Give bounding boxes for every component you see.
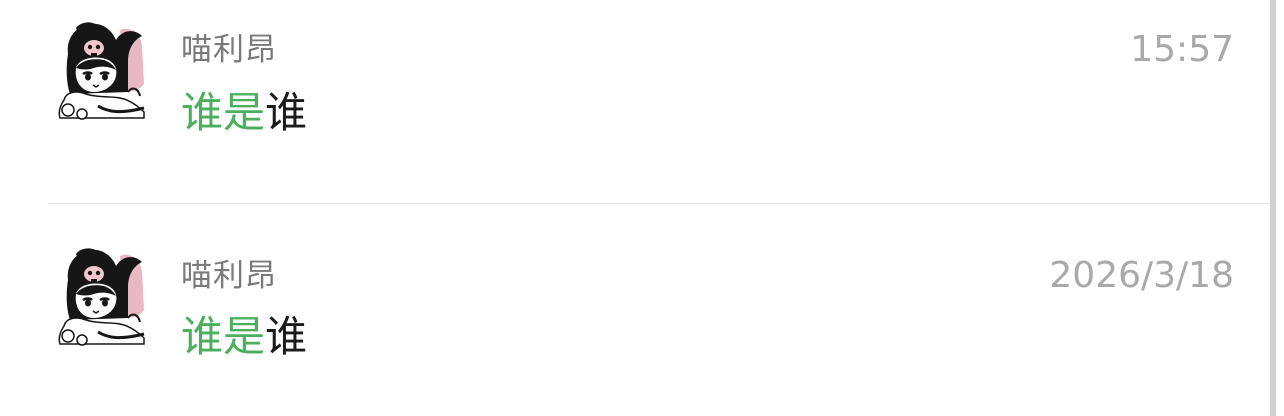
message-text: 谁 [265,88,308,137]
search-results-page: 喵利昂 15:57 谁是谁 喵利昂 2026/3/18 谁是谁 [0,0,1284,416]
kuromi-avatar-icon [58,22,145,120]
message-text: 谁 [265,312,308,361]
divider [48,203,1284,204]
message-time: 15:57 [1130,29,1234,70]
message-time: 2026/3/18 [1049,255,1234,296]
avatar[interactable] [58,22,146,120]
kuromi-avatar-icon [58,248,145,346]
list-item[interactable]: 喵利昂 15:57 谁是谁 [0,0,1268,190]
search-highlight: 谁是 [181,88,266,137]
avatar[interactable] [58,248,146,346]
sender-name: 喵利昂 [181,32,277,68]
list-item[interactable]: 喵利昂 2026/3/18 谁是谁 [0,206,1268,396]
search-highlight: 谁是 [181,312,266,361]
message-preview: 谁是谁 [181,86,307,140]
scrollbar[interactable] [1270,0,1284,416]
scrollbar-thumb[interactable] [1270,0,1276,416]
sender-name: 喵利昂 [181,258,277,294]
message-preview: 谁是谁 [181,310,307,364]
